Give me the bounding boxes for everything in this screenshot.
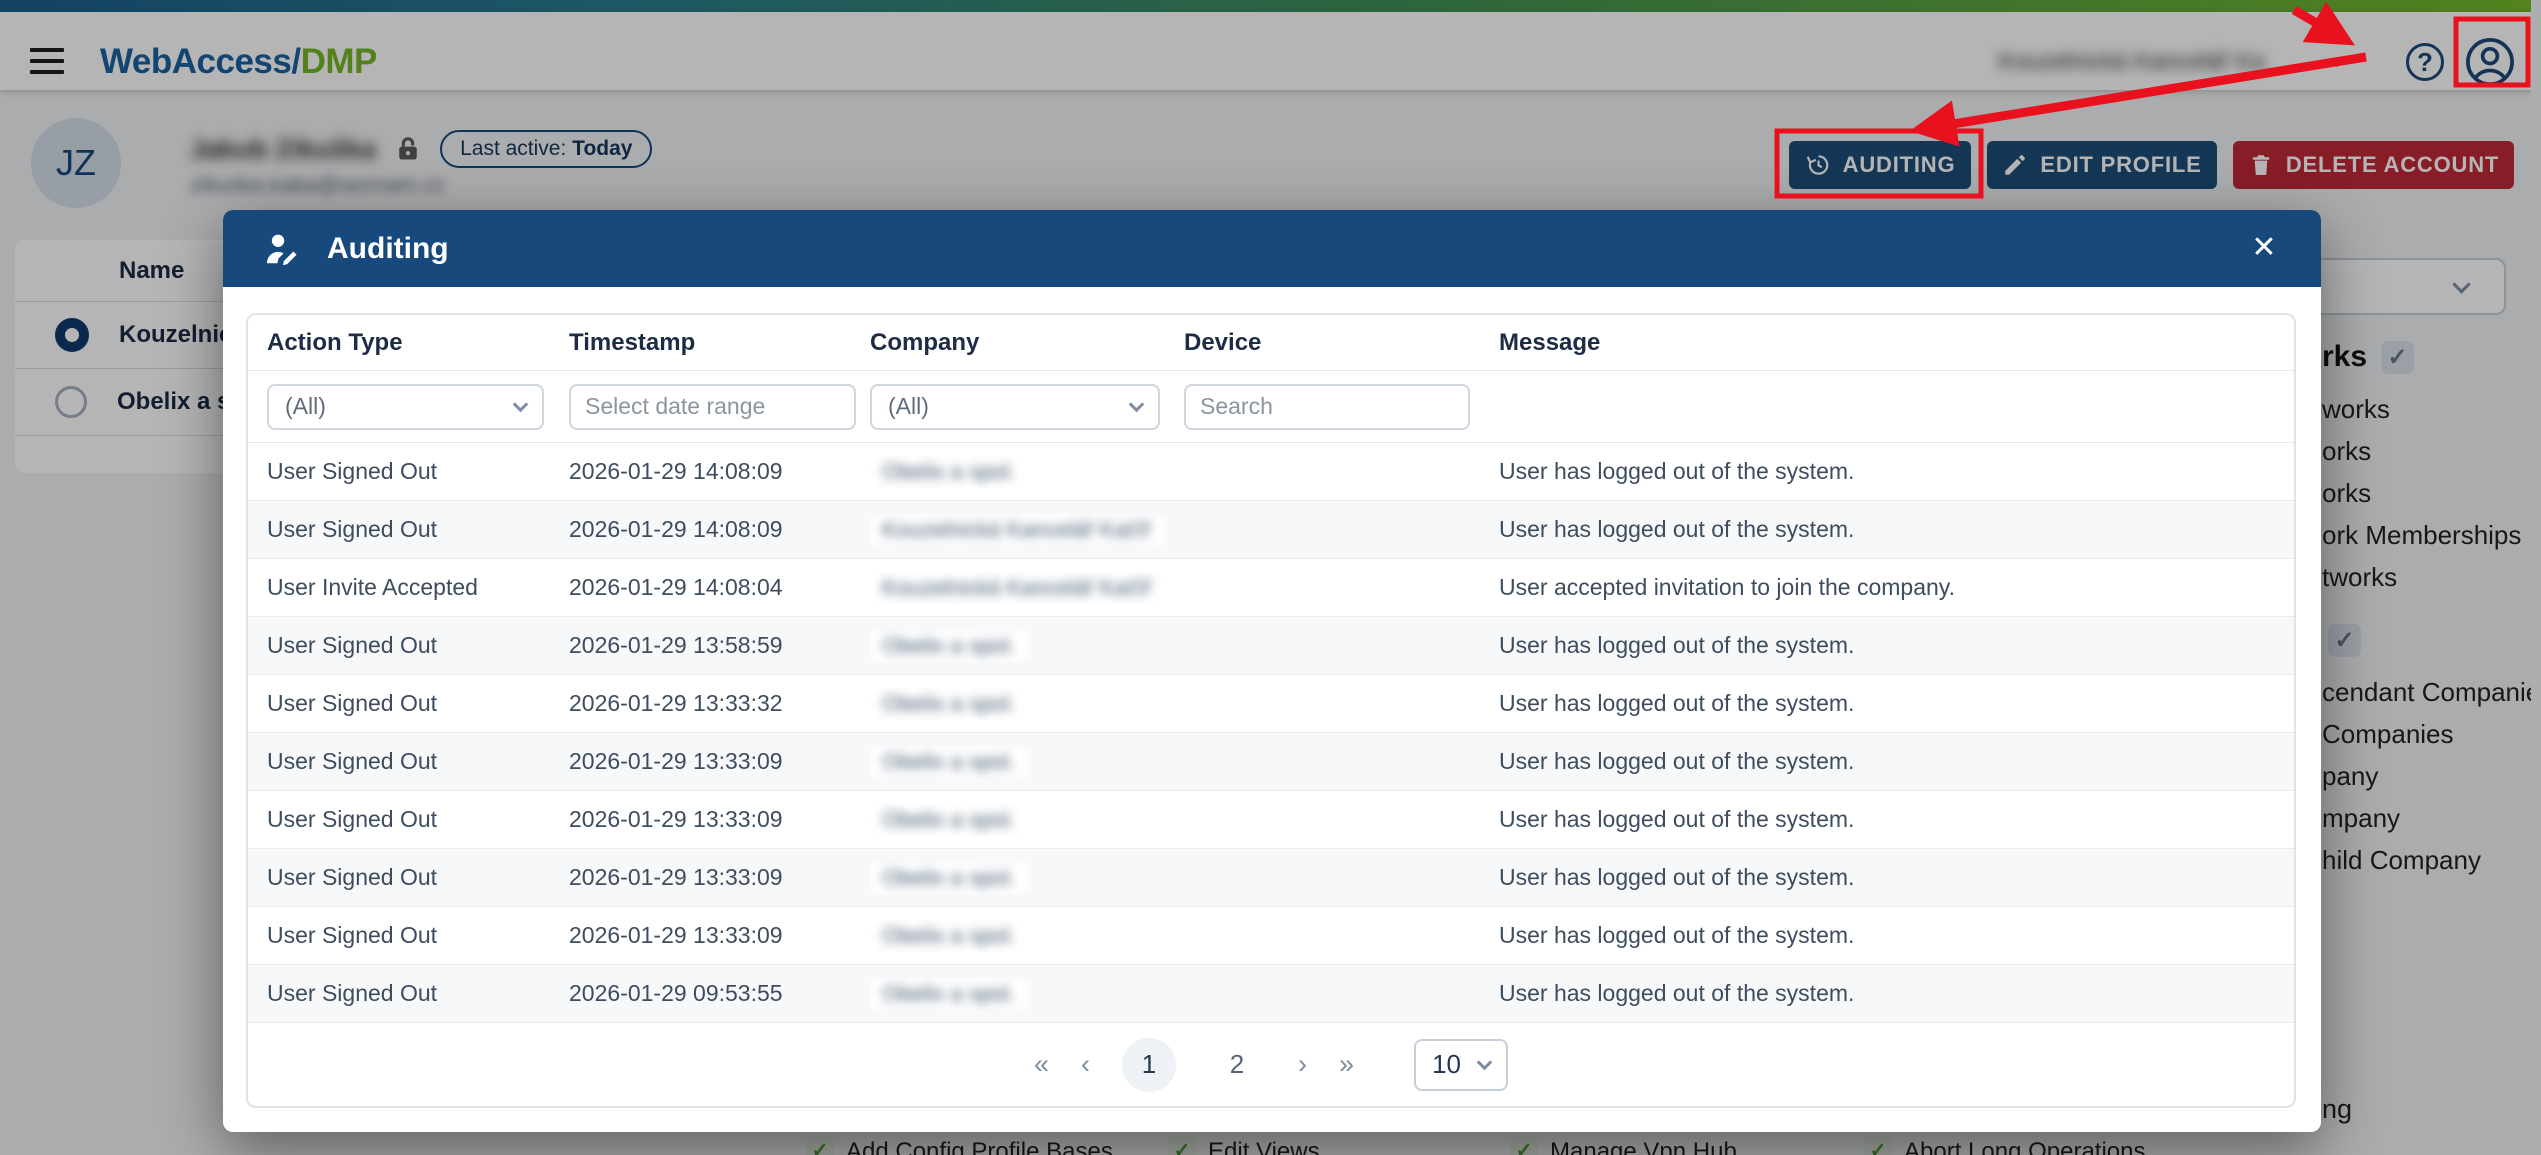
audit-table-header: Action Type Timestamp Company Device Mes… [248, 315, 2294, 371]
company-blurred-text: Obelix a spol. [870, 862, 1027, 894]
company-blurred-text: Obelix a spol. [870, 630, 1027, 662]
table-row: User Signed Out 2026-01-29 09:53:55 Obel… [248, 965, 2294, 1023]
auditing-modal: Auditing ✕ Action Type Timestamp Company… [223, 210, 2321, 1132]
cell-action-type: User Signed Out [267, 458, 569, 485]
cell-company: Kouzelnická Kancelář Kačíř [870, 572, 1184, 604]
cell-timestamp: 2026-01-29 14:08:04 [569, 574, 870, 601]
cell-message: User has logged out of the system. [1499, 806, 2275, 833]
cell-timestamp: 2026-01-29 09:53:55 [569, 980, 870, 1007]
page-size-value: 10 [1432, 1049, 1461, 1080]
cell-timestamp: 2026-01-29 13:58:59 [569, 632, 870, 659]
cell-action-type: User Signed Out [267, 922, 569, 949]
company-blurred-text: Obelix a spol. [870, 688, 1027, 720]
cell-timestamp: 2026-01-29 13:33:09 [569, 806, 870, 833]
cell-company: Obelix a spol. [870, 978, 1184, 1010]
cell-action-type: User Signed Out [267, 806, 569, 833]
company-blurred-text: Kouzelnická Kancelář Kačíř [870, 514, 1163, 546]
cell-message: User has logged out of the system. [1499, 922, 2275, 949]
audit-rows: User Signed Out 2026-01-29 14:08:09 Obel… [248, 443, 2294, 1023]
cell-action-type: User Invite Accepted [267, 574, 569, 601]
user-edit-icon [263, 230, 301, 268]
company-blurred-text: Obelix a spol. [870, 978, 1027, 1010]
cell-message: User has logged out of the system. [1499, 748, 2275, 775]
cell-timestamp: 2026-01-29 14:08:09 [569, 458, 870, 485]
company-blurred-text: Kouzelnická Kancelář Kačíř [870, 572, 1163, 604]
cell-action-type: User Signed Out [267, 748, 569, 775]
audit-table: Action Type Timestamp Company Device Mes… [246, 313, 2296, 1108]
table-row: User Signed Out 2026-01-29 13:33:09 Obel… [248, 907, 2294, 965]
column-company: Company [870, 329, 1184, 357]
company-blurred-text: Obelix a spol. [870, 920, 1027, 952]
chevron-down-icon [513, 397, 529, 413]
cell-message: User has logged out of the system. [1499, 690, 2275, 717]
company-filter-select[interactable]: (All) [870, 384, 1160, 430]
cell-message: User has logged out of the system. [1499, 458, 2275, 485]
company-blurred-text: Obelix a spol. [870, 456, 1027, 488]
company-blurred-text: Obelix a spol. [870, 804, 1027, 836]
action-type-filter-select[interactable]: (All) [267, 384, 544, 430]
page-size-select[interactable]: 10 [1414, 1039, 1508, 1091]
chevron-down-icon [1477, 1055, 1493, 1071]
cell-action-type: User Signed Out [267, 864, 569, 891]
cell-message: User has logged out of the system. [1499, 864, 2275, 891]
device-search-input[interactable] [1184, 384, 1470, 430]
cell-message: User has logged out of the system. [1499, 980, 2275, 1007]
cell-action-type: User Signed Out [267, 980, 569, 1007]
cell-company: Obelix a spol. [870, 746, 1184, 778]
cell-message: User has logged out of the system. [1499, 516, 2275, 543]
pagination-page-1[interactable]: 1 [1122, 1038, 1176, 1092]
chevron-down-icon [1129, 397, 1145, 413]
pagination-previous[interactable]: ‹ [1081, 1049, 1088, 1080]
action-type-filter-value: (All) [285, 393, 326, 420]
pagination-first[interactable]: « [1034, 1049, 1047, 1080]
column-device: Device [1184, 329, 1499, 357]
pagination-page-2[interactable]: 2 [1210, 1038, 1264, 1092]
date-range-input[interactable] [569, 384, 856, 430]
table-row: User Signed Out 2026-01-29 13:58:59 Obel… [248, 617, 2294, 675]
modal-title: Auditing [327, 232, 449, 266]
cell-company: Kouzelnická Kancelář Kačíř [870, 514, 1184, 546]
table-row: User Signed Out 2026-01-29 13:33:09 Obel… [248, 791, 2294, 849]
cell-timestamp: 2026-01-29 13:33:09 [569, 748, 870, 775]
cell-company: Obelix a spol. [870, 688, 1184, 720]
pagination-next[interactable]: › [1298, 1049, 1305, 1080]
audit-filter-row: (All) (All) [248, 371, 2294, 443]
column-message: Message [1499, 329, 2275, 357]
cell-timestamp: 2026-01-29 14:08:09 [569, 516, 870, 543]
cell-company: Obelix a spol. [870, 920, 1184, 952]
table-row: User Signed Out 2026-01-29 13:33:09 Obel… [248, 849, 2294, 907]
pagination: « ‹ 1 2 › » 10 [248, 1023, 2294, 1106]
cell-action-type: User Signed Out [267, 632, 569, 659]
table-row: User Signed Out 2026-01-29 13:33:09 Obel… [248, 733, 2294, 791]
pagination-last[interactable]: » [1339, 1049, 1352, 1080]
cell-action-type: User Signed Out [267, 516, 569, 543]
cell-action-type: User Signed Out [267, 690, 569, 717]
cell-timestamp: 2026-01-29 13:33:09 [569, 864, 870, 891]
company-blurred-text: Obelix a spol. [870, 746, 1027, 778]
table-row: User Signed Out 2026-01-29 14:08:09 Kouz… [248, 501, 2294, 559]
table-row: User Invite Accepted 2026-01-29 14:08:04… [248, 559, 2294, 617]
cell-message: User has logged out of the system. [1499, 632, 2275, 659]
table-row: User Signed Out 2026-01-29 14:08:09 Obel… [248, 443, 2294, 501]
cell-company: Obelix a spol. [870, 804, 1184, 836]
table-row: User Signed Out 2026-01-29 13:33:32 Obel… [248, 675, 2294, 733]
column-action-type: Action Type [267, 329, 569, 357]
cell-message: User accepted invitation to join the com… [1499, 574, 2275, 601]
cell-timestamp: 2026-01-29 13:33:32 [569, 690, 870, 717]
cell-company: Obelix a spol. [870, 630, 1184, 662]
screen: WebAccess/DMP Kouzelnická Kancelář Kačíř… [0, 0, 2541, 1155]
company-filter-value: (All) [888, 393, 929, 420]
column-timestamp: Timestamp [569, 329, 870, 357]
cell-company: Obelix a spol. [870, 456, 1184, 488]
close-icon[interactable]: ✕ [2245, 230, 2283, 265]
modal-header: Auditing ✕ [223, 210, 2321, 287]
cell-timestamp: 2026-01-29 13:33:09 [569, 922, 870, 949]
cell-company: Obelix a spol. [870, 862, 1184, 894]
